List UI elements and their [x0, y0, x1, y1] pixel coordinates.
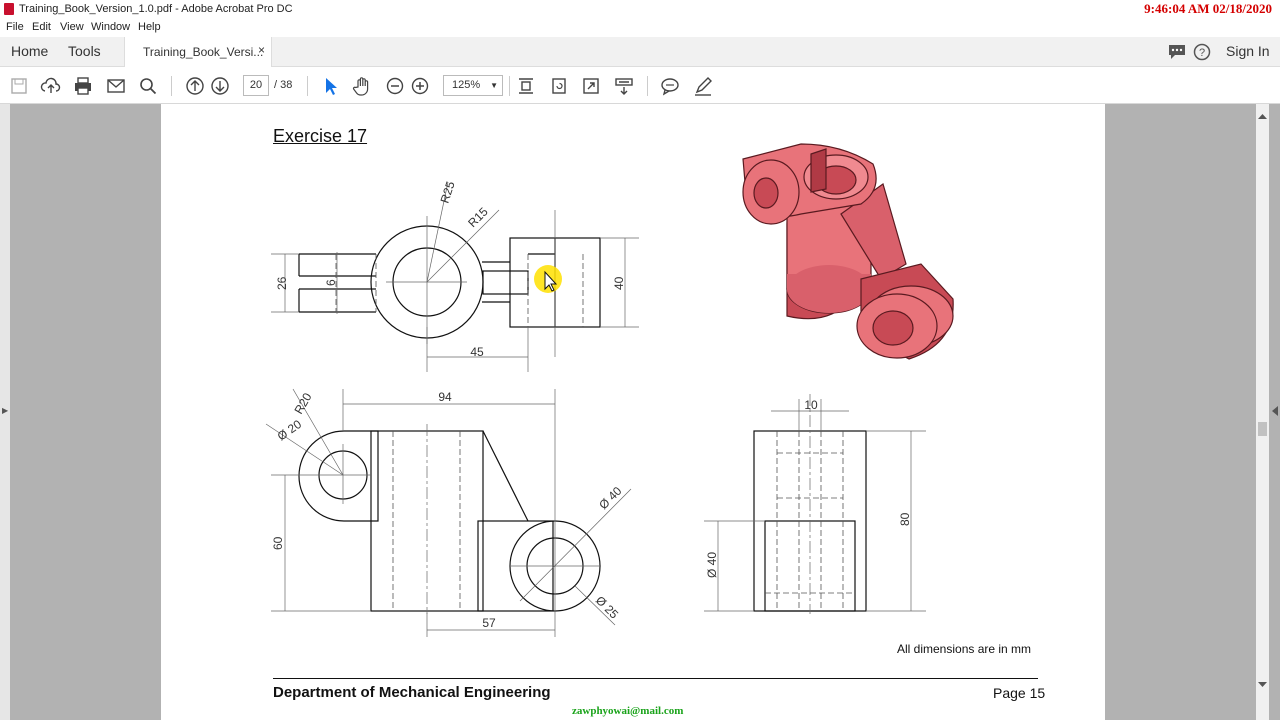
scroll-up-icon[interactable]	[1258, 113, 1267, 119]
cursor-highlight	[534, 265, 562, 293]
footer-divider	[273, 678, 1038, 679]
hand-icon[interactable]	[351, 75, 373, 97]
dimensions-note: All dimensions are in mm	[897, 642, 1032, 656]
search-icon[interactable]	[137, 75, 159, 97]
expand-right-icon[interactable]	[1271, 406, 1279, 416]
rotate-icon[interactable]	[548, 75, 570, 97]
scrollbar-thumb[interactable]	[1258, 422, 1267, 436]
pdf-page: Exercise 17 R25 R15 26 6 40 45 R20 Ø 20 …	[161, 104, 1105, 720]
zoom-out-icon[interactable]	[384, 75, 406, 97]
toolbar: 20 / 38 125% ▼	[0, 67, 1280, 104]
toolbar-separator	[509, 76, 510, 96]
acrobat-icon	[4, 3, 14, 15]
document-viewer[interactable]: ▶ Exercise 17 R25 R15 26 6 40 45 R20 Ø 2…	[0, 104, 1280, 720]
full-screen-icon[interactable]	[580, 75, 602, 97]
sign-in-link[interactable]: Sign In	[1226, 43, 1270, 59]
dim-side-dia40: Ø 40	[705, 552, 719, 578]
chevron-down-icon: ▼	[490, 81, 498, 90]
title-bar: Training_Book_Version_1.0.pdf - Adobe Ac…	[0, 0, 1280, 19]
dim-10: 10	[804, 398, 818, 412]
menu-bar: File Edit View Window Help	[0, 19, 1280, 37]
footer-department: Department of Mechanical Engineering	[273, 684, 551, 701]
prev-page-icon[interactable]	[184, 75, 206, 97]
upload-icon[interactable]	[40, 75, 62, 97]
dim-6: 6	[324, 279, 338, 286]
email-icon[interactable]	[105, 75, 127, 97]
dim-r15: R15	[465, 204, 491, 230]
tab-tools[interactable]: Tools	[68, 43, 101, 59]
window-title: Training_Book_Version_1.0.pdf - Adobe Ac…	[19, 3, 293, 15]
isometric-model	[742, 143, 954, 360]
read-mode-icon[interactable]	[613, 75, 635, 97]
footer-page-number: Page 15	[993, 685, 1046, 701]
tab-bar: Home Tools Training_Book_Versi... × ? Si…	[0, 37, 1280, 67]
menu-window[interactable]: Window	[91, 21, 130, 33]
dim-45: 45	[470, 345, 484, 359]
toolbar-separator	[171, 76, 172, 96]
dim-dia40: Ø 40	[596, 484, 625, 513]
dim-r20: R20	[291, 390, 314, 416]
expand-left-icon: ▶	[2, 406, 9, 415]
dim-94: 94	[438, 390, 452, 404]
toolbar-separator	[647, 76, 648, 96]
tab-home[interactable]: Home	[11, 43, 48, 59]
dim-60: 60	[271, 536, 285, 550]
page-total: / 38	[274, 79, 293, 91]
scroll-down-icon[interactable]	[1258, 682, 1267, 688]
fit-page-icon[interactable]	[515, 75, 537, 97]
chat-icon[interactable]	[1168, 44, 1186, 65]
dim-80: 80	[898, 512, 912, 526]
menu-help[interactable]: Help	[138, 21, 161, 33]
pen-icon[interactable]	[692, 75, 714, 97]
select-cursor-icon[interactable]	[319, 75, 341, 97]
page-number-input[interactable]: 20	[243, 75, 269, 96]
next-page-icon[interactable]	[209, 75, 231, 97]
technical-drawing: R25 R15 26 6 40 45 R20 Ø 20 94 60 Ø 40 Ø…	[265, 143, 954, 637]
dim-40: 40	[612, 276, 626, 290]
vertical-scrollbar[interactable]	[1256, 104, 1269, 720]
toolbar-separator	[307, 76, 308, 96]
tab-document[interactable]: Training_Book_Versi... ×	[124, 37, 272, 67]
zoom-in-icon[interactable]	[409, 75, 431, 97]
save-icon[interactable]	[8, 75, 30, 97]
left-panel-toggle[interactable]: ▶	[0, 104, 10, 720]
svg-text:?: ?	[1199, 47, 1205, 59]
dim-26: 26	[275, 276, 289, 290]
dim-57: 57	[482, 616, 496, 630]
clock-overlay: 9:46:04 AM 02/18/2020	[1144, 1, 1272, 16]
zoom-value: 125%	[452, 79, 481, 91]
print-icon[interactable]	[72, 75, 94, 97]
menu-edit[interactable]: Edit	[32, 21, 51, 33]
comment-icon[interactable]	[659, 75, 681, 97]
tab-document-label: Training_Book_Versi...	[143, 45, 264, 59]
close-tab-icon[interactable]: ×	[258, 43, 265, 57]
menu-view[interactable]: View	[60, 21, 84, 33]
menu-file[interactable]: File	[6, 21, 24, 33]
watermark-email: zawphyowai@mail.com	[572, 705, 684, 717]
zoom-select[interactable]: 125% ▼	[443, 75, 503, 96]
dim-r25: R25	[438, 179, 458, 205]
help-icon[interactable]: ?	[1193, 43, 1211, 66]
